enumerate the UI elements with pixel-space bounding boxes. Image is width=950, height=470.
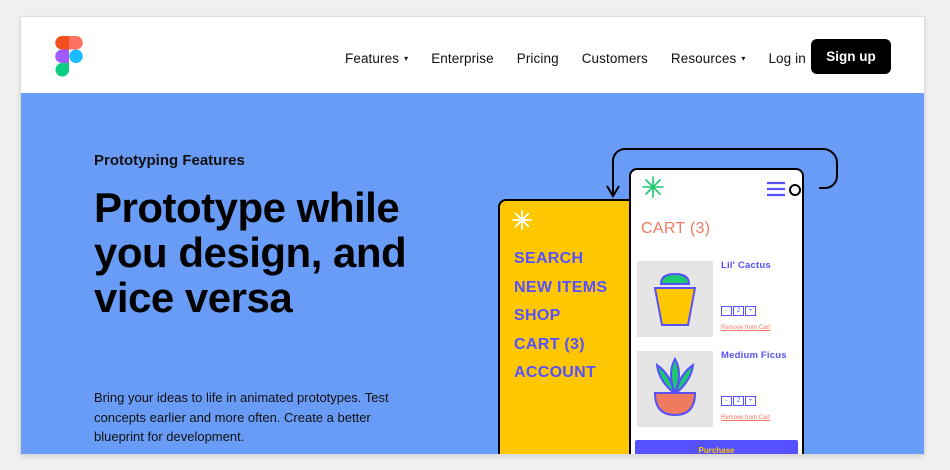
- quantity-stepper: - 2 +: [721, 306, 757, 316]
- nav-resources-label: Resources: [670, 50, 737, 66]
- nav-features-label: Features: [345, 50, 400, 66]
- menu-item-shop: SHOP: [514, 307, 561, 324]
- menu-list: SEARCH NEW ITEMS SHOP CART (3) ACCOUNT: [514, 245, 607, 388]
- nav-features[interactable]: Features ▾: [345, 51, 408, 66]
- starburst-icon: [512, 210, 532, 230]
- hero-eyebrow: Prototyping Features: [94, 152, 245, 169]
- cart-phone-screen: CART (3) Lil' Cactus - 2 + Remove from C…: [629, 168, 804, 454]
- caret-down-icon: ▾: [741, 53, 746, 63]
- hero-section: Prototyping Features Prototype while you…: [21, 93, 924, 454]
- quantity-minus: -: [721, 306, 732, 316]
- product-image: [637, 351, 713, 427]
- signup-button[interactable]: Sign up: [811, 39, 891, 74]
- nav-enterprise-label: Enterprise: [431, 50, 494, 66]
- quantity-plus: +: [745, 306, 756, 316]
- hamburger-menu-icon: [767, 181, 785, 197]
- cart-title: CART (3): [641, 220, 711, 237]
- nav-customers-label: Customers: [581, 50, 648, 66]
- menu-item-new-items: NEW ITEMS: [514, 278, 608, 296]
- menu-item-cart: CART (3): [514, 335, 585, 353]
- ficus-pot-icon: [653, 356, 697, 417]
- quantity-minus: -: [721, 396, 732, 406]
- hero-description: Bring your ideas to life in animated pro…: [94, 390, 389, 444]
- caret-down-icon: ▾: [404, 53, 409, 63]
- quantity-plus: +: [745, 396, 756, 406]
- figma-logo-icon[interactable]: [55, 36, 83, 77]
- starburst-icon: [642, 176, 664, 198]
- menu-item-account: ACCOUNT: [514, 364, 597, 381]
- hero-headline: Prototype while you design, and vice ver…: [94, 184, 407, 321]
- site-header: Features ▾ Enterprise Pricing Customers …: [21, 17, 924, 93]
- product-name: Lil' Cactus: [721, 260, 771, 271]
- nav-customers[interactable]: Customers: [582, 51, 648, 66]
- browser-frame: Features ▾ Enterprise Pricing Customers …: [21, 17, 924, 454]
- cart-product-card: Medium Ficus - 2 + Remove from Cart: [637, 351, 797, 427]
- purchase-button: Purchase: [635, 440, 798, 454]
- main-nav: Features ▾ Enterprise Pricing Customers …: [345, 41, 829, 75]
- product-image: [637, 261, 713, 337]
- quantity-stepper: - 2 +: [721, 396, 757, 406]
- quantity-value: 2: [733, 306, 744, 316]
- nav-login[interactable]: Log in: [768, 51, 805, 66]
- product-name: Medium Ficus: [721, 350, 787, 361]
- hotspot-circle-icon: [789, 184, 801, 196]
- remove-from-cart-link: Remove from Cart: [721, 325, 771, 331]
- prototype-illustration: SEARCH NEW ITEMS SHOP CART (3) ACCOUNT C…: [491, 93, 924, 454]
- nav-resources[interactable]: Resources ▾: [671, 51, 746, 66]
- nav-pricing[interactable]: Pricing: [517, 51, 559, 66]
- nav-login-label: Log in: [768, 50, 806, 66]
- cart-product-card: Lil' Cactus - 2 + Remove from Cart: [637, 261, 797, 337]
- remove-from-cart-link: Remove from Cart: [721, 415, 771, 421]
- menu-panel: SEARCH NEW ITEMS SHOP CART (3) ACCOUNT: [498, 199, 632, 454]
- quantity-value: 2: [733, 396, 744, 406]
- nav-pricing-label: Pricing: [516, 50, 559, 66]
- cactus-pot-icon: [653, 272, 697, 326]
- menu-item-search: SEARCH: [514, 250, 584, 267]
- nav-enterprise[interactable]: Enterprise: [431, 51, 494, 66]
